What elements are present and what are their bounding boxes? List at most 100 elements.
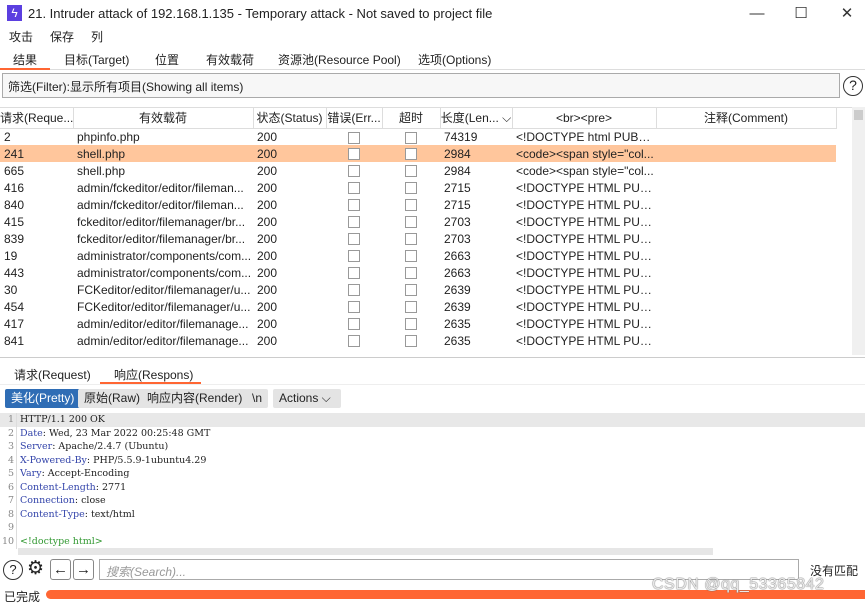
pane-splitter[interactable] [0, 357, 865, 361]
payload-cell: administrator/components/com... [77, 265, 252, 280]
code-line: 1 HTTP/1.1 200 OK [0, 413, 865, 427]
table-row[interactable]: 839 fckeditor/editor/filemanager/br... 200… [0, 230, 836, 247]
active-tab-indicator [100, 382, 201, 384]
table-row[interactable]: 841 admin/editor/editor/filemanage... 200 2… [0, 332, 836, 349]
maximize-button[interactable]: ☐ [786, 4, 816, 24]
actions-dropdown[interactable]: Actions ⌵ [273, 389, 341, 408]
table-row[interactable]: 454 FCKeditor/editor/filemanager/u... 200 2… [0, 298, 836, 315]
menu-columns[interactable]: 列 [91, 30, 103, 44]
table-row[interactable]: 443 administrator/components/com... 200 266… [0, 264, 836, 281]
timeout-checkbox-cell [382, 281, 440, 298]
close-button[interactable]: ✕ [832, 4, 862, 24]
help-icon[interactable]: ? [843, 76, 863, 96]
line-number: 5 [7, 468, 14, 479]
payload-cell: admin/editor/editor/filemanage... [77, 333, 249, 348]
br-pre-cell: <!DOCTYPE HTML PUBLI... [516, 231, 656, 246]
previous-arrow-icon[interactable]: ← [50, 559, 71, 580]
table-row[interactable]: 840 admin/fckeditor/editor/fileman... 200 2… [0, 196, 836, 213]
status-cell: 200 [257, 231, 278, 246]
payload-cell: admin/fckeditor/editor/fileman... [77, 180, 244, 195]
header-name: Server [20, 441, 53, 452]
raw-button[interactable]: 原始(Raw) [78, 389, 146, 408]
comment-cell [656, 145, 836, 162]
length-cell: 2703 [444, 231, 471, 246]
render-button[interactable]: 响应内容(Render) [141, 389, 249, 408]
column-header[interactable]: 请求(Reque... [0, 108, 74, 129]
request-id-cell: 30 [4, 282, 18, 297]
error-checkbox [348, 267, 360, 280]
code-line: 10 <!doctype html> [0, 535, 865, 549]
help-icon[interactable]: ? [3, 560, 23, 580]
settings-gear-icon[interactable]: ⚙ [25, 559, 46, 580]
table-row[interactable]: 415 fckeditor/editor/filemanager/br... 200… [0, 213, 836, 230]
tab-resource-pool[interactable]: 资源池(Resource Pool) [278, 51, 401, 68]
line-number: 8 [7, 508, 14, 520]
minimize-button[interactable]: — [742, 4, 772, 24]
column-header[interactable]: 状态(Status) [253, 108, 327, 129]
br-pre-cell: <!DOCTYPE HTML PUBLI... [516, 333, 656, 348]
response-editor[interactable]: 1 HTTP/1.1 200 OK 2 Date: Wed, 23 Mar 2022 … [0, 413, 865, 549]
table-vertical-scrollbar[interactable] [852, 107, 865, 355]
timeout-checkbox [405, 318, 417, 331]
payload-cell: phpinfo.php [77, 129, 140, 144]
pretty-button[interactable]: 美化(Pretty) [5, 389, 81, 408]
tab-results[interactable]: 结果 [13, 51, 37, 68]
payload-cell: admin/fckeditor/editor/fileman... [77, 197, 244, 212]
column-header[interactable]: 长度(Len... ⌵ [440, 108, 513, 129]
error-checkbox-cell [326, 332, 382, 349]
error-checkbox [348, 301, 360, 314]
error-checkbox-cell [326, 298, 382, 315]
comment-cell [656, 213, 836, 230]
error-checkbox [348, 199, 360, 212]
tab-positions[interactable]: 位置 [155, 51, 179, 68]
request-id-cell: 841 [4, 333, 25, 348]
filter-bar[interactable]: 筛选(Filter):显示所有项目(Showing all items) [2, 73, 840, 98]
table-row[interactable]: 416 admin/fckeditor/editor/fileman... 200 2… [0, 179, 836, 196]
error-checkbox-cell [326, 213, 382, 230]
code-line: 6 Content-Length: 2771 [0, 481, 865, 495]
error-checkbox [348, 165, 360, 178]
tab-payloads[interactable]: 有效载荷 [206, 51, 254, 68]
request-id-cell: 443 [4, 265, 25, 280]
timeout-checkbox-cell [382, 145, 440, 162]
length-cell: 2984 [440, 145, 512, 162]
table-row[interactable]: 417 admin/editor/editor/filemanage... 200 2… [0, 315, 836, 332]
table-row[interactable]: 241 shell.php 200 2984 <code><span style="co… [0, 145, 836, 162]
column-header[interactable]: 错误(Err... [326, 108, 383, 129]
column-header[interactable]: 注释(Comment) [656, 108, 837, 129]
column-header[interactable]: 有效载荷 [73, 108, 254, 129]
column-header[interactable]: <br><pre> [512, 108, 657, 129]
error-checkbox [348, 182, 360, 195]
length-cell: 2715 [444, 197, 471, 212]
br-pre-cell: <!DOCTYPE HTML PUBLI... [516, 180, 656, 195]
editor-horizontal-scrollbar[interactable] [18, 548, 713, 555]
newline-toggle-button[interactable]: \n [246, 389, 269, 408]
payload-cell: shell.php [73, 145, 253, 162]
status-cell: 200 [257, 282, 278, 297]
main-tabs: 结果 目标(Target) 位置 有效载荷 资源池(Resource Pool)… [0, 48, 865, 70]
menu-save[interactable]: 保存 [50, 30, 74, 44]
line-number: 3 [7, 441, 14, 452]
table-row[interactable]: 30 FCKeditor/editor/filemanager/u... 200 26… [0, 281, 836, 298]
table-row[interactable]: 2 phpinfo.php 200 74319 <!DOCTYPE html PUBLI… [0, 128, 836, 145]
scrollbar-thumb[interactable] [854, 110, 863, 120]
table-row[interactable]: 665 shell.php 200 2984 <code><span style="co… [0, 162, 836, 179]
payload-cell: FCKeditor/editor/filemanager/u... [77, 282, 251, 297]
column-header[interactable]: 超时 [382, 108, 441, 129]
tab-response[interactable]: 响应(Respons) [114, 366, 193, 383]
header-value: : close [74, 495, 106, 506]
length-cell: 74319 [444, 129, 478, 144]
tab-target[interactable]: 目标(Target) [64, 51, 129, 68]
header-name: Content-Type [20, 508, 85, 520]
tab-options[interactable]: 选项(Options) [418, 51, 491, 68]
code-line: 9 [0, 521, 865, 535]
title-bar: ϟ 21. Intruder attack of 192.168.1.135 -… [0, 0, 865, 28]
status-cell: 200 [257, 333, 278, 348]
menu-attack[interactable]: 攻击 [9, 30, 33, 44]
header-value: HTTP/1.1 200 OK [20, 414, 105, 425]
header-value: : Accept-Encoding [41, 468, 130, 479]
error-checkbox [348, 335, 360, 348]
tab-request[interactable]: 请求(Request) [14, 366, 91, 383]
table-row[interactable]: 19 administrator/components/com... 200 2663… [0, 247, 836, 264]
next-arrow-icon[interactable]: → [73, 559, 94, 580]
